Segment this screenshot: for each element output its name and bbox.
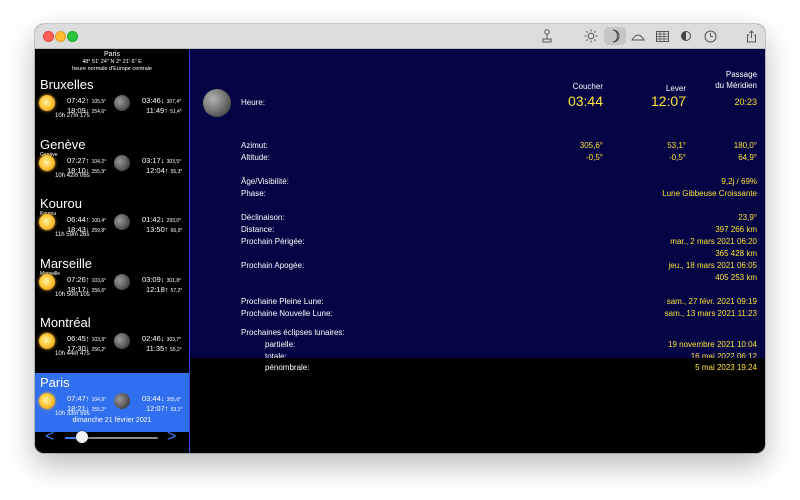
clock-icon[interactable] [700, 27, 720, 45]
moon-detail-panel: Coucher Lever Passage du Méridien Heure:… [190, 49, 765, 361]
column-transit-line2: du Méridien [715, 81, 757, 90]
azimut-transit: 180,0° [733, 141, 757, 150]
perigee-label: Prochain Périgée: [241, 237, 305, 246]
perigee-distance: 365 428 km [715, 249, 757, 258]
zoom-button[interactable] [67, 31, 78, 42]
horizon-icon[interactable] [628, 27, 648, 45]
minimize-button[interactable] [55, 31, 66, 42]
sun-icon [39, 95, 55, 111]
declinaison-label: Déclinaison: [241, 213, 285, 222]
age-value: 9,2j / 69% [721, 177, 757, 186]
city-row[interactable]: Bruxelles 07:42↑ 105,5° 18:09↓ 254,6° 03:46… [35, 75, 189, 134]
eclipse-penumbral-label: pénombrale: [265, 363, 310, 372]
eclipses-label: Prochaines éclipses lunaires: [241, 328, 345, 337]
phase-icon[interactable] [676, 27, 696, 45]
day-length: 10h 44m 47s [55, 351, 90, 357]
city-name: Paris [40, 375, 70, 390]
moonrise-time: 11:49↑ 51,4° [146, 106, 182, 115]
moon-icon [114, 214, 130, 230]
city-name: Kourou [40, 196, 82, 211]
city-row[interactable]: Montréal 06:45↑ 103,9° 17:30↓ 256,2° 02:46↓… [35, 313, 189, 372]
transit-time: 20:23 [734, 97, 757, 107]
moon-icon [114, 333, 130, 349]
moonset-time: 03:44 [567, 93, 603, 109]
previous-day-button[interactable]: < [45, 427, 54, 447]
declinaison-value: 23,9° [738, 213, 757, 222]
moonrise-time: 12:18↑ 57,2° [146, 285, 183, 294]
city-name: Bruxelles [40, 77, 94, 92]
close-button[interactable] [43, 31, 54, 42]
perigee-date: mar., 2 mars 2021 06:20 [670, 237, 757, 246]
moon-icon [114, 95, 130, 111]
day-length: 10h 27m 17s [55, 113, 90, 119]
city-name: Montréal [40, 315, 91, 330]
next-day-button[interactable]: > [167, 427, 176, 447]
sun-icon[interactable] [581, 27, 601, 45]
sidebar: Paris 48° 51' 24'' N 2° 21' 6'' E heure … [35, 49, 189, 453]
city-name: Marseille [40, 256, 93, 271]
day-length: 11h 59m 26s [55, 232, 90, 238]
moon-icon[interactable] [604, 27, 626, 45]
moon-phase-image [203, 89, 231, 117]
moonrise-time: 13:50↑ 66,0° [146, 225, 183, 234]
heure-label: Heure: [241, 98, 266, 107]
header-coords: 48° 51' 24'' N 2° 21' 6'' E [82, 59, 142, 65]
location-header: Paris 48° 51' 24'' N 2° 21' 6'' E heure … [35, 49, 189, 75]
moonrise-time: 12:07 [650, 93, 686, 109]
eclipse-penumbral-value: 5 mai 2023 19:24 [695, 363, 757, 372]
azimut-set: 305,6° [579, 141, 603, 150]
titlebar [35, 24, 765, 49]
new-moon-value: sam., 13 mars 2021 11:23 [664, 309, 757, 318]
altitude-rise: -0,5° [669, 153, 686, 162]
compass-icon[interactable] [537, 27, 557, 45]
share-icon[interactable] [741, 27, 761, 45]
azimut-label: Azimut: [241, 141, 268, 150]
date-slider-knob[interactable] [75, 431, 88, 443]
column-set: Coucher [572, 82, 603, 91]
apogee-distance: 405 253 km [715, 273, 757, 282]
detail-empty-area: pénombrale: 5 mai 2023 19:24 [190, 358, 765, 453]
eclipse-partial-label: partielle: [265, 340, 296, 349]
table-icon[interactable] [652, 27, 672, 45]
city-row[interactable]: KourouKourou06:44↑ 100,4°18:43↓ 259,8°01… [35, 194, 189, 253]
header-timezone: heure normale d'Europe centrale [72, 66, 152, 72]
moon-icon [114, 155, 130, 171]
altitude-label: Altitude: [241, 153, 270, 162]
altitude-set: -0,5° [586, 153, 603, 162]
sun-icon [39, 274, 55, 290]
new-moon-label: Prochaine Nouvelle Lune: [241, 309, 333, 318]
moon-icon [114, 274, 130, 290]
moonrise-time: 11:35↑ 55,2° [146, 344, 182, 353]
city-name: Genève [40, 137, 86, 152]
day-length: 10h 42m 06s [55, 173, 90, 179]
full-moon-value: sam., 27 févr. 2021 09:19 [666, 297, 757, 306]
age-label: Âge/Visibilité: [241, 177, 289, 186]
azimut-rise: 53,1° [667, 141, 686, 150]
full-moon-label: Prochaine Pleine Lune: [241, 297, 324, 306]
day-length: 10h 50m 10s [55, 292, 90, 298]
phase-label: Phase: [241, 189, 266, 198]
city-row[interactable]: GenèveGenève07:27↑ 104,2°18:10↓ 255,9°03… [35, 135, 189, 194]
app-window: Paris 48° 51' 24'' N 2° 21' 6'' E heure … [35, 24, 765, 453]
date-navigator: dimanche 21 février 2021 < > [35, 409, 189, 453]
distance-value: 397 266 km [715, 225, 757, 234]
distance-label: Distance: [241, 225, 275, 234]
altitude-transit: 64,9° [738, 153, 757, 162]
sun-icon [39, 155, 55, 171]
apogee-date: jeu., 18 mars 2021 06:05 [668, 261, 757, 270]
eclipse-partial-value: 19 novembre 2021 10:04 [668, 340, 757, 349]
header-city: Paris [104, 51, 120, 58]
phase-value: Lune Gibbeuse Croissante [662, 189, 757, 198]
apogee-label: Prochain Apogée: [241, 261, 305, 270]
city-row[interactable]: MarseilleMarseille07:26↑ 103,6°18:17↓ 25… [35, 254, 189, 313]
moonrise-time: 12:04↑ 55,3° [146, 166, 183, 175]
sun-icon [39, 393, 55, 409]
moon-icon [114, 393, 130, 409]
column-transit-line1: Passage [725, 70, 757, 79]
sun-icon [39, 214, 55, 230]
current-date: dimanche 21 février 2021 [72, 417, 152, 424]
sun-icon [39, 333, 55, 349]
